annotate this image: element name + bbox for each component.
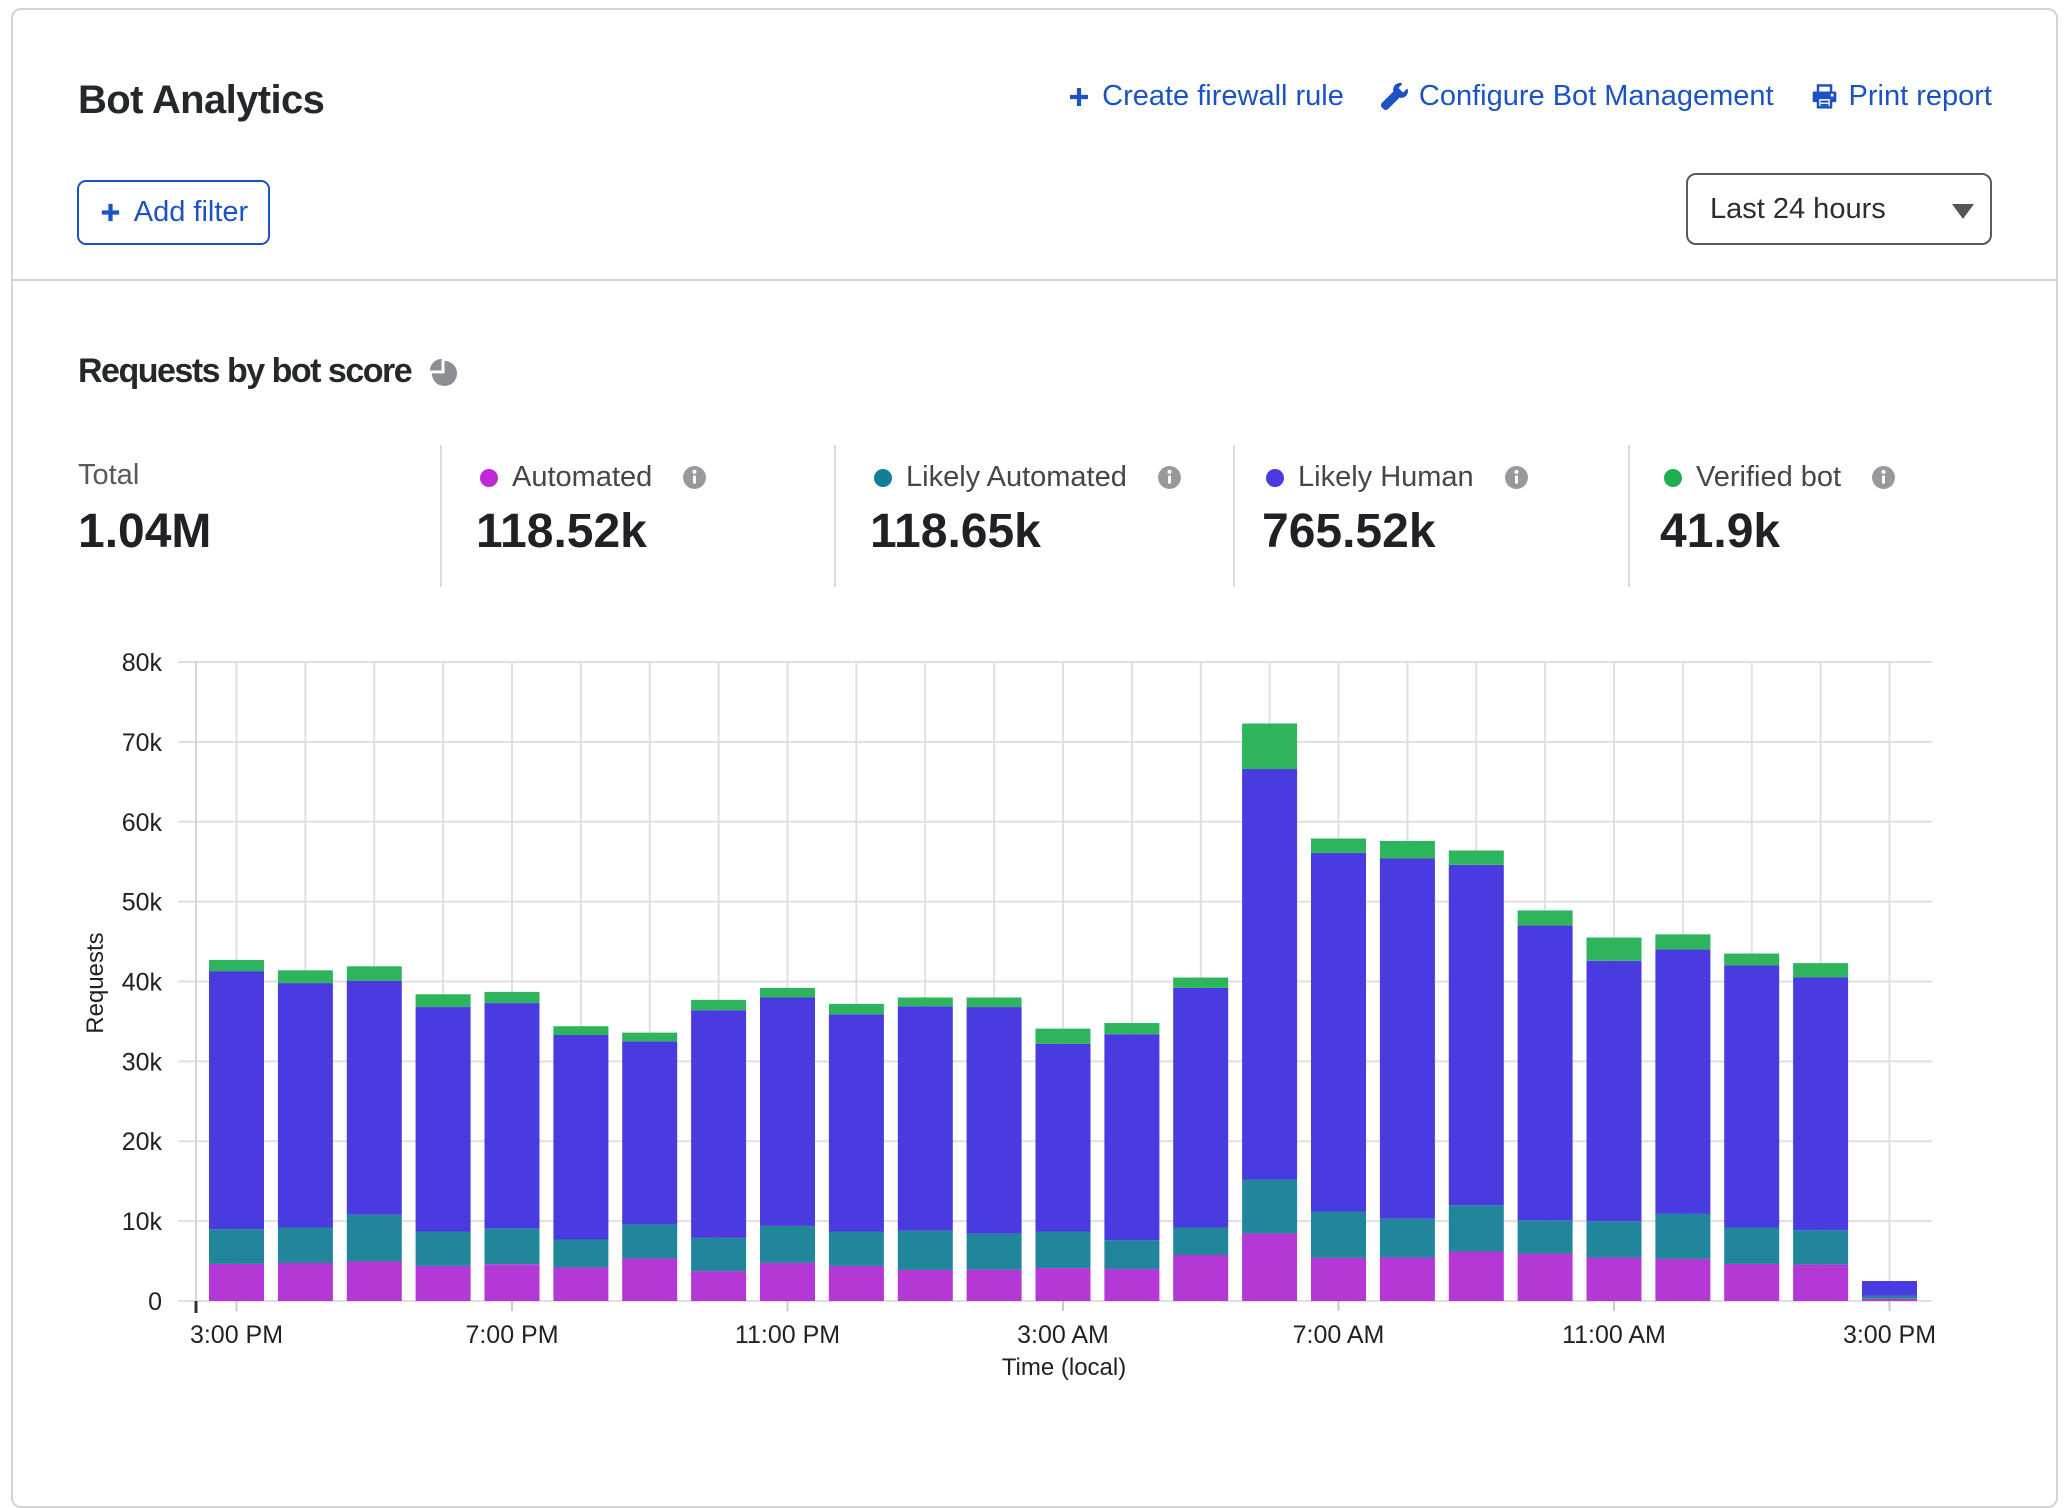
svg-text:30k: 30k (122, 1048, 163, 1076)
svg-text:Requests: Requests (82, 932, 109, 1033)
svg-text:70k: 70k (122, 729, 163, 757)
svg-text:40k: 40k (122, 969, 163, 997)
svg-text:3:00 PM: 3:00 PM (190, 1321, 283, 1349)
svg-text:7:00 PM: 7:00 PM (465, 1321, 558, 1349)
svg-text:10k: 10k (122, 1208, 163, 1236)
svg-text:3:00 PM: 3:00 PM (1843, 1321, 1936, 1349)
svg-text:11:00 AM: 11:00 AM (1562, 1321, 1666, 1349)
svg-text:60k: 60k (122, 809, 163, 837)
svg-text:80k: 80k (122, 649, 163, 677)
svg-text:11:00 PM: 11:00 PM (735, 1321, 840, 1349)
svg-text:7:00 AM: 7:00 AM (1293, 1321, 1385, 1349)
svg-text:20k: 20k (122, 1128, 163, 1156)
svg-text:3:00 AM: 3:00 AM (1017, 1321, 1109, 1349)
svg-text:0: 0 (148, 1288, 162, 1316)
svg-text:50k: 50k (122, 889, 163, 917)
svg-text:Time (local): Time (local) (1002, 1354, 1126, 1381)
